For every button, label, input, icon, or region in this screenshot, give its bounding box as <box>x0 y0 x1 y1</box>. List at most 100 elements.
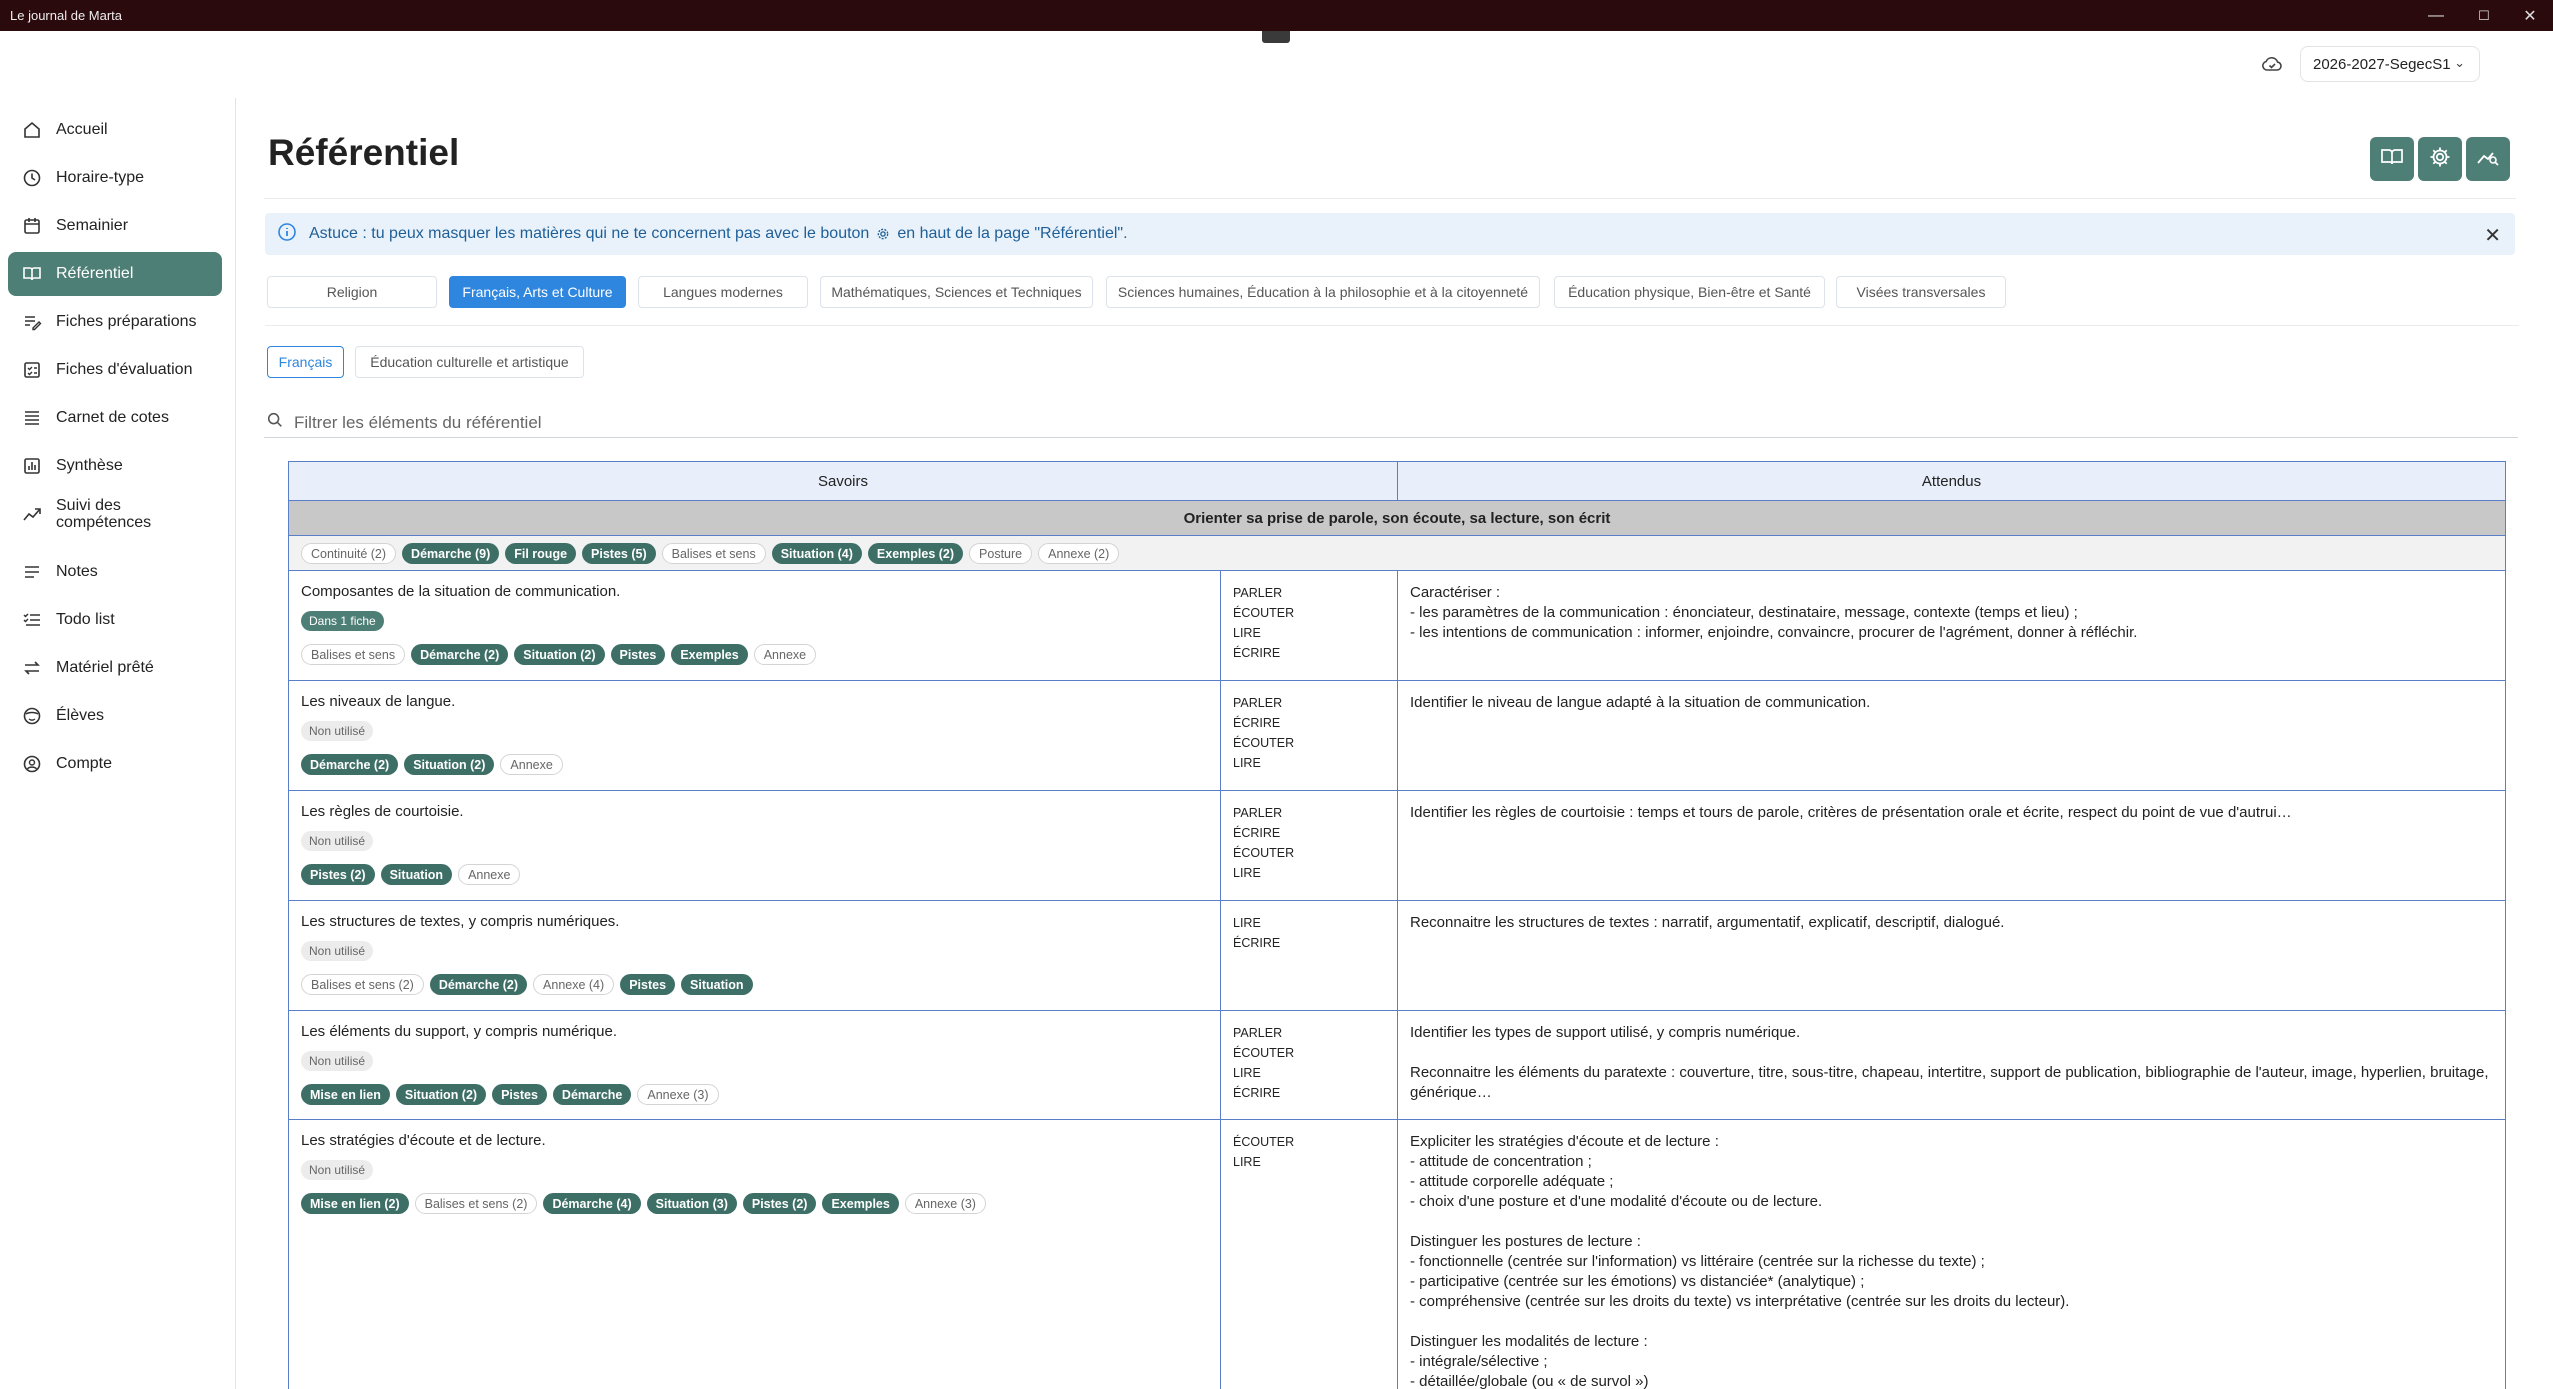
cloud-sync-icon[interactable] <box>2260 52 2284 76</box>
drag-handle[interactable] <box>1262 31 1290 43</box>
section-title: Orienter sa prise de parole, son écoute,… <box>289 501 2505 536</box>
tip-text-part1: Astuce : tu peux masquer les matières qu… <box>309 225 870 242</box>
tag-exemples-2[interactable]: Exemples (2) <box>867 543 964 564</box>
sidebar-item-eleves[interactable]: Élèves <box>8 694 222 738</box>
sidebar-item-carnet-de-cotes[interactable]: Carnet de cotes <box>8 396 222 440</box>
usage-status-badge[interactable]: Non utilisé <box>301 1051 374 1071</box>
skills-list: ÉCOUTER LIRE <box>1233 1132 1294 1172</box>
tab-mathematiques[interactable]: Mathématiques, Sciences et Techniques <box>820 276 1093 308</box>
tag-situation-2[interactable]: Situation (2) <box>404 754 495 775</box>
swap-icon <box>22 658 42 678</box>
calendar-icon <box>22 216 42 236</box>
sidebar-item-fiches-evaluation[interactable]: Fiches d'évaluation <box>8 348 222 392</box>
table-row: Composantes de la situation de communica… <box>289 571 2505 681</box>
tag-annexe-3[interactable]: Annexe (3) <box>637 1084 719 1105</box>
tag-demarche-4[interactable]: Démarche (4) <box>543 1193 641 1214</box>
sidebar-item-todo-list[interactable]: Todo list <box>8 598 222 642</box>
usage-status-badge[interactable]: Non utilisé <box>301 831 374 851</box>
tag-situation[interactable]: Situation <box>380 864 453 885</box>
close-window-button[interactable]: ✕ <box>2507 0 2553 31</box>
tag-pistes[interactable]: Pistes <box>492 1084 547 1105</box>
tag-balises-et-sens[interactable]: Balises et sens <box>301 644 406 665</box>
sidebar-item-label: Synthèse <box>56 457 123 474</box>
tag-posture[interactable]: Posture <box>969 543 1033 564</box>
tag-demarche[interactable]: Démarche <box>552 1084 632 1105</box>
sidebar-item-notes[interactable]: Notes <box>8 550 222 594</box>
tag-demarche-2[interactable]: Démarche (2) <box>301 754 399 775</box>
tag-demarche-2[interactable]: Démarche (2) <box>429 974 528 995</box>
tab-langues-modernes[interactable]: Langues modernes <box>638 276 808 308</box>
tag-annexe-3[interactable]: Annexe (3) <box>904 1193 986 1214</box>
tag-balises-et-sens-2[interactable]: Balises et sens (2) <box>414 1193 538 1214</box>
tag-situation-3[interactable]: Situation (3) <box>646 1193 737 1214</box>
tag-fil-rouge[interactable]: Fil rouge <box>505 543 577 564</box>
tag-annexe-2[interactable]: Annexe (2) <box>1038 543 1120 564</box>
skill-ecouter: ÉCOUTER <box>1233 1046 1295 1060</box>
tab-francais-arts-culture[interactable]: Français, Arts et Culture <box>449 276 626 308</box>
sidebar-item-compte[interactable]: Compte <box>8 742 222 786</box>
sidebar-item-label-line1: Suivi des <box>56 497 121 514</box>
savoir-title: Les structures de textes, y compris numé… <box>301 913 620 930</box>
usage-status-badge[interactable]: Dans 1 fiche <box>301 611 384 631</box>
reference-book-button[interactable] <box>2370 137 2414 181</box>
sidebar-item-label: Référentiel <box>56 265 134 282</box>
sidebar-item-fiches-preparations[interactable]: Fiches préparations <box>8 300 222 344</box>
usage-status-badge[interactable]: Non utilisé <box>301 1160 374 1180</box>
usage-status-badge[interactable]: Non utilisé <box>301 721 374 741</box>
sidebar-item-semainier[interactable]: Semainier <box>8 204 222 248</box>
tag-pistes-5[interactable]: Pistes (5) <box>582 543 656 564</box>
usage-status-badge[interactable]: Non utilisé <box>301 941 374 961</box>
tag-situation-2[interactable]: Situation (2) <box>514 644 605 665</box>
sidebar-item-label: Todo list <box>56 611 115 628</box>
tag-list: Pistes (2) Situation Annexe <box>301 864 521 885</box>
skill-ecrire: ÉCRIRE <box>1233 646 1281 660</box>
notes-icon <box>22 562 42 582</box>
sidebar-item-synthese[interactable]: Synthèse <box>8 444 222 488</box>
tag-balises-et-sens[interactable]: Balises et sens <box>661 543 766 564</box>
column-separator <box>1397 571 1398 680</box>
subtab-education-culturelle[interactable]: Éducation culturelle et artistique <box>355 346 584 378</box>
sidebar-item-suivi-competences[interactable]: Suivi des compétences <box>8 492 222 536</box>
sidebar-item-label: Matériel prêté <box>56 659 154 676</box>
tag-balises-et-sens-2[interactable]: Balises et sens (2) <box>301 974 424 995</box>
analytics-button[interactable] <box>2466 137 2510 181</box>
tag-exemples[interactable]: Exemples <box>822 1193 899 1214</box>
tag-situation-4[interactable]: Situation (4) <box>771 543 862 564</box>
tag-demarche-9[interactable]: Démarche (9) <box>402 543 500 564</box>
tab-sciences-humaines[interactable]: Sciences humaines, Éducation à la philos… <box>1106 276 1540 308</box>
sidebar-item-materiel-prete[interactable]: Matériel prêté <box>8 646 222 690</box>
filter-input[interactable]: Filtrer les éléments du référentiel <box>264 408 2518 438</box>
tag-demarche-2[interactable]: Démarche (2) <box>411 644 509 665</box>
tag-situation-2[interactable]: Situation (2) <box>395 1084 487 1105</box>
tag-annexe[interactable]: Annexe <box>458 864 521 885</box>
sidebar-item-label: Compte <box>56 755 113 772</box>
tag-mise-en-lien[interactable]: Mise en lien <box>301 1084 390 1105</box>
settings-button[interactable] <box>2418 137 2462 181</box>
tag-annexe[interactable]: Annexe <box>753 644 817 665</box>
tag-pistes[interactable]: Pistes <box>610 644 666 665</box>
tag-mise-en-lien-2[interactable]: Mise en lien (2) <box>301 1193 409 1214</box>
minimize-button[interactable]: — <box>2413 0 2459 31</box>
tag-exemples[interactable]: Exemples <box>671 644 748 665</box>
column-separator <box>1397 791 1398 900</box>
tab-visees-transversales[interactable]: Visées transversales <box>1836 276 2006 308</box>
sidebar-item-referentiel[interactable]: Référentiel <box>8 252 222 296</box>
tag-continuite-2[interactable]: Continuité (2) <box>301 543 397 564</box>
sidebar-item-accueil[interactable]: Accueil <box>8 108 222 152</box>
maximize-button[interactable]: ☐ <box>2461 0 2507 31</box>
tag-annexe-4[interactable]: Annexe (4) <box>533 974 615 995</box>
tag-situation[interactable]: Situation <box>681 974 753 995</box>
subtab-francais[interactable]: Français <box>267 346 344 378</box>
sidebar-item-horaire-type[interactable]: Horaire-type <box>8 156 222 200</box>
school-year-select[interactable]: 2026-2027-SegecS1 ⌄ <box>2300 46 2480 82</box>
todo-icon <box>22 610 42 630</box>
tab-education-physique[interactable]: Éducation physique, Bien-être et Santé <box>1554 276 1825 308</box>
tag-pistes[interactable]: Pistes <box>620 974 676 995</box>
tag-pistes-2[interactable]: Pistes (2) <box>301 864 375 885</box>
close-icon[interactable]: ✕ <box>2484 223 2501 248</box>
tag-annexe[interactable]: Annexe <box>500 754 563 775</box>
table-row: Les niveaux de langue. Non utilisé Démarch… <box>289 681 2505 791</box>
tag-pistes-2[interactable]: Pistes (2) <box>742 1193 817 1214</box>
tab-religion[interactable]: Religion <box>267 276 437 308</box>
clock-icon <box>22 168 42 188</box>
